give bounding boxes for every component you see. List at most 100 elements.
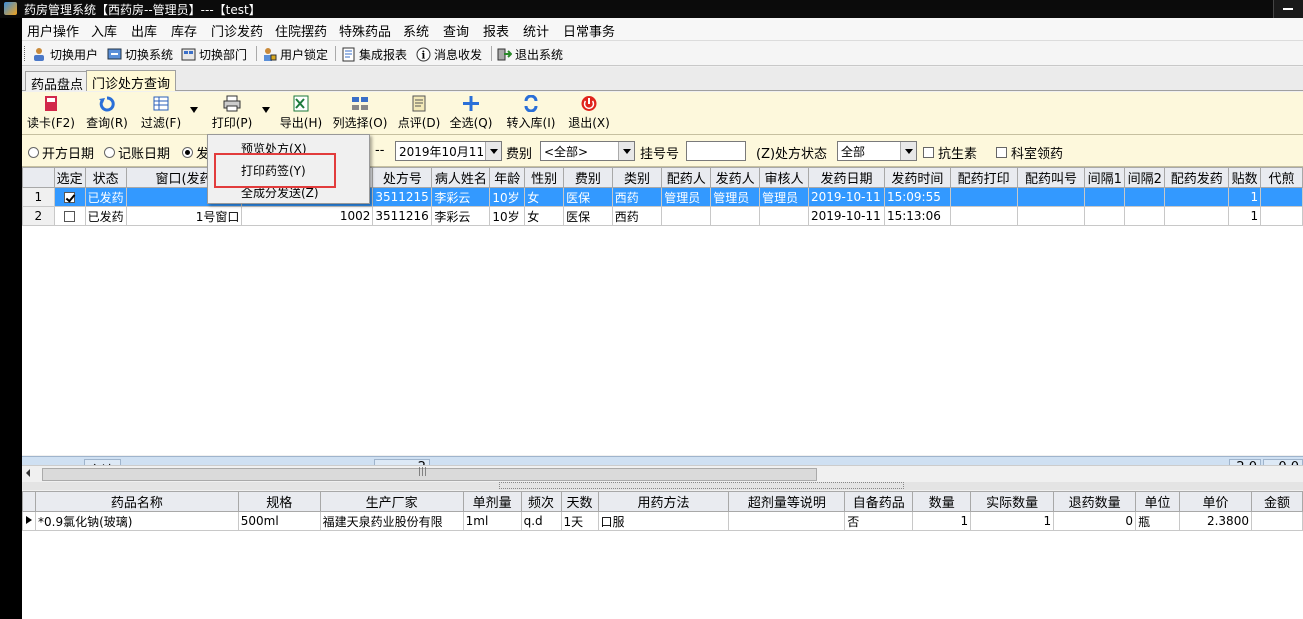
chevron-down-icon[interactable] — [485, 142, 501, 160]
cell-prep-print — [949, 187, 1018, 207]
col-header-rx-no[interactable]: 处方号 — [372, 167, 433, 188]
toolbar-grip[interactable] — [24, 46, 27, 61]
col-header-fee[interactable]: 费别 — [563, 167, 613, 188]
reg-no-input[interactable] — [686, 141, 746, 161]
menu-query[interactable]: 查询 — [443, 21, 469, 40]
col-header-select[interactable]: 选定 — [53, 167, 86, 188]
radio-open-date[interactable]: 开方日期 — [28, 143, 94, 162]
col-header-auditor[interactable]: 审核人 — [759, 167, 809, 188]
col-header-dispenser[interactable]: 发药人 — [710, 167, 761, 188]
transfer-in-button[interactable]: 转入库(I) — [502, 94, 560, 133]
select-all-button[interactable]: 全选(Q) — [448, 95, 494, 133]
print-dropdown[interactable] — [260, 95, 272, 133]
antibiotic-checkbox[interactable]: 抗生素 — [923, 143, 977, 162]
menu-system[interactable]: 系统 — [403, 21, 429, 40]
chevron-down-icon[interactable] — [618, 142, 634, 160]
switch-user-button[interactable]: 切换用户 — [32, 45, 98, 63]
col-header-price[interactable]: 单价 — [1179, 491, 1252, 512]
switch-system-button[interactable]: 切换系统 — [107, 45, 173, 63]
column-select-button[interactable]: 列选择(O) — [332, 95, 388, 133]
col-header-usage[interactable]: 用药方法 — [597, 491, 730, 512]
menu-outpatient-dispense[interactable]: 门诊发药 — [211, 21, 263, 40]
menu-inventory[interactable]: 库存 — [171, 21, 197, 40]
splitter-grip[interactable] — [499, 482, 904, 489]
col-header-manufacturer[interactable]: 生产厂家 — [319, 491, 464, 512]
menu-user-ops[interactable]: 用户操作 — [27, 21, 79, 40]
row-select-checkbox[interactable] — [53, 187, 86, 207]
message-button[interactable]: i 消息收发 — [416, 45, 482, 63]
col-header-dispense-date[interactable]: 发药日期 — [807, 167, 885, 188]
exit-button[interactable]: 退出(X) — [566, 95, 612, 133]
menu-report[interactable]: 报表 — [483, 21, 509, 40]
col-header-drug-name[interactable]: 药品名称 — [35, 491, 239, 512]
read-card-button[interactable]: 读卡(F2) — [26, 95, 76, 133]
fee-value: <全部> — [544, 145, 589, 159]
radio-dispense-date[interactable]: 发 — [182, 143, 209, 162]
col-header-decoct[interactable]: 代煎 — [1260, 167, 1303, 188]
col-header-age[interactable]: 年龄 — [489, 167, 526, 188]
scroll-left-icon[interactable] — [26, 469, 30, 477]
col-header-days[interactable]: 天数 — [560, 491, 599, 512]
integrated-report-button[interactable]: 集成报表 — [341, 45, 407, 63]
col-header-doses[interactable]: 贴数 — [1228, 167, 1262, 188]
col-header-patient-name[interactable]: 病人姓名 — [431, 167, 491, 188]
panel-splitter[interactable] — [22, 482, 1303, 490]
col-header-frequency[interactable]: 频次 — [520, 491, 562, 512]
col-header-unit-dose[interactable]: 单剂量 — [462, 491, 522, 512]
fee-select[interactable]: <全部> — [540, 141, 635, 161]
col-header-interval1[interactable]: 间隔1 — [1084, 167, 1126, 188]
col-header-spec[interactable]: 规格 — [237, 491, 321, 512]
col-header-dispense-time[interactable]: 发药时间 — [883, 167, 951, 188]
col-header-self-supplied[interactable]: 自备药品 — [844, 491, 914, 512]
tab-outpatient-rx-query[interactable]: 门诊处方查询 — [86, 70, 177, 92]
col-header-index[interactable] — [22, 167, 55, 188]
filter-dropdown[interactable] — [188, 95, 200, 133]
scroll-thumb[interactable] — [42, 467, 817, 481]
lock-user-button[interactable]: 用户锁定 — [262, 45, 328, 63]
horizontal-scrollbar[interactable] — [22, 465, 1303, 482]
col-header-overdose-note[interactable]: 超剂量等说明 — [728, 491, 846, 512]
menu-statistics[interactable]: 统计 — [523, 21, 549, 40]
menu-inpatient-dispense[interactable]: 住院摆药 — [275, 21, 327, 40]
menu-special-drugs[interactable]: 特殊药品 — [339, 21, 391, 40]
cell-prep-call — [1016, 187, 1086, 207]
col-header-prep-print[interactable]: 配药打印 — [949, 167, 1018, 188]
table-row[interactable]: *0.9氯化钠(玻璃) 500ml 福建天泉药业股份有限 1ml q.d 1天 … — [22, 511, 1303, 531]
export-button[interactable]: 导出(H) — [278, 95, 324, 133]
col-header-sex[interactable]: 性别 — [524, 167, 565, 188]
switch-department-button[interactable]: 切换部门 — [181, 45, 247, 63]
col-header-status[interactable]: 状态 — [84, 167, 127, 188]
table-row[interactable]: 2 已发药 1号窗口 1002 3511216 李彩云 10岁 女 医保 西药 … — [22, 206, 1303, 226]
filter-button[interactable]: 过滤(F) — [138, 95, 184, 133]
col-header-actual-qty[interactable]: 实际数量 — [970, 491, 1055, 512]
date-to-picker[interactable]: 2019年10月11日 — [395, 141, 502, 161]
col-header-type[interactable]: 类别 — [611, 167, 663, 188]
radio-account-date[interactable]: 记账日期 — [104, 143, 170, 162]
menu-bar: 用户操作 入库 出库 库存 门诊发药 住院摆药 特殊药品 系统 查询 报表 统计… — [22, 18, 1303, 41]
col-header-preparer[interactable]: 配药人 — [661, 167, 712, 188]
exit-label: 退出(X) — [568, 116, 610, 130]
menu-daily-affairs[interactable]: 日常事务 — [563, 21, 615, 40]
rx-status-select[interactable]: 全部 — [837, 141, 917, 161]
cell-dispense-date: 2019-10-11 — [807, 187, 885, 207]
row-select-checkbox[interactable] — [53, 206, 86, 226]
dept-pick-checkbox[interactable]: 科室领药 — [996, 143, 1063, 162]
chevron-down-icon[interactable] — [900, 142, 916, 160]
menu-stock-in[interactable]: 入库 — [91, 21, 117, 40]
review-button[interactable]: 点评(D) — [396, 95, 442, 133]
col-header-amount[interactable]: 金额 — [1250, 491, 1303, 512]
minimize-button[interactable] — [1273, 0, 1303, 18]
query-button[interactable]: 查询(R) — [84, 95, 130, 133]
printer-icon — [223, 95, 241, 112]
print-button[interactable]: 打印(P) — [208, 95, 256, 133]
col-header-interval2[interactable]: 间隔2 — [1124, 167, 1166, 188]
tab-drug-inventory[interactable]: 药品盘点 — [25, 71, 90, 93]
col-header-prep-dispense[interactable]: 配药发药 — [1164, 167, 1230, 188]
exit-system-button[interactable]: 退出系统 — [497, 45, 563, 63]
col-header-quantity[interactable]: 数量 — [912, 491, 972, 512]
card-reader-icon — [42, 95, 60, 112]
col-header-prep-call[interactable]: 配药叫号 — [1016, 167, 1086, 188]
menu-stock-out[interactable]: 出库 — [131, 21, 157, 40]
col-header-unit[interactable]: 单位 — [1135, 491, 1181, 512]
col-header-return-qty[interactable]: 退药数量 — [1053, 491, 1137, 512]
